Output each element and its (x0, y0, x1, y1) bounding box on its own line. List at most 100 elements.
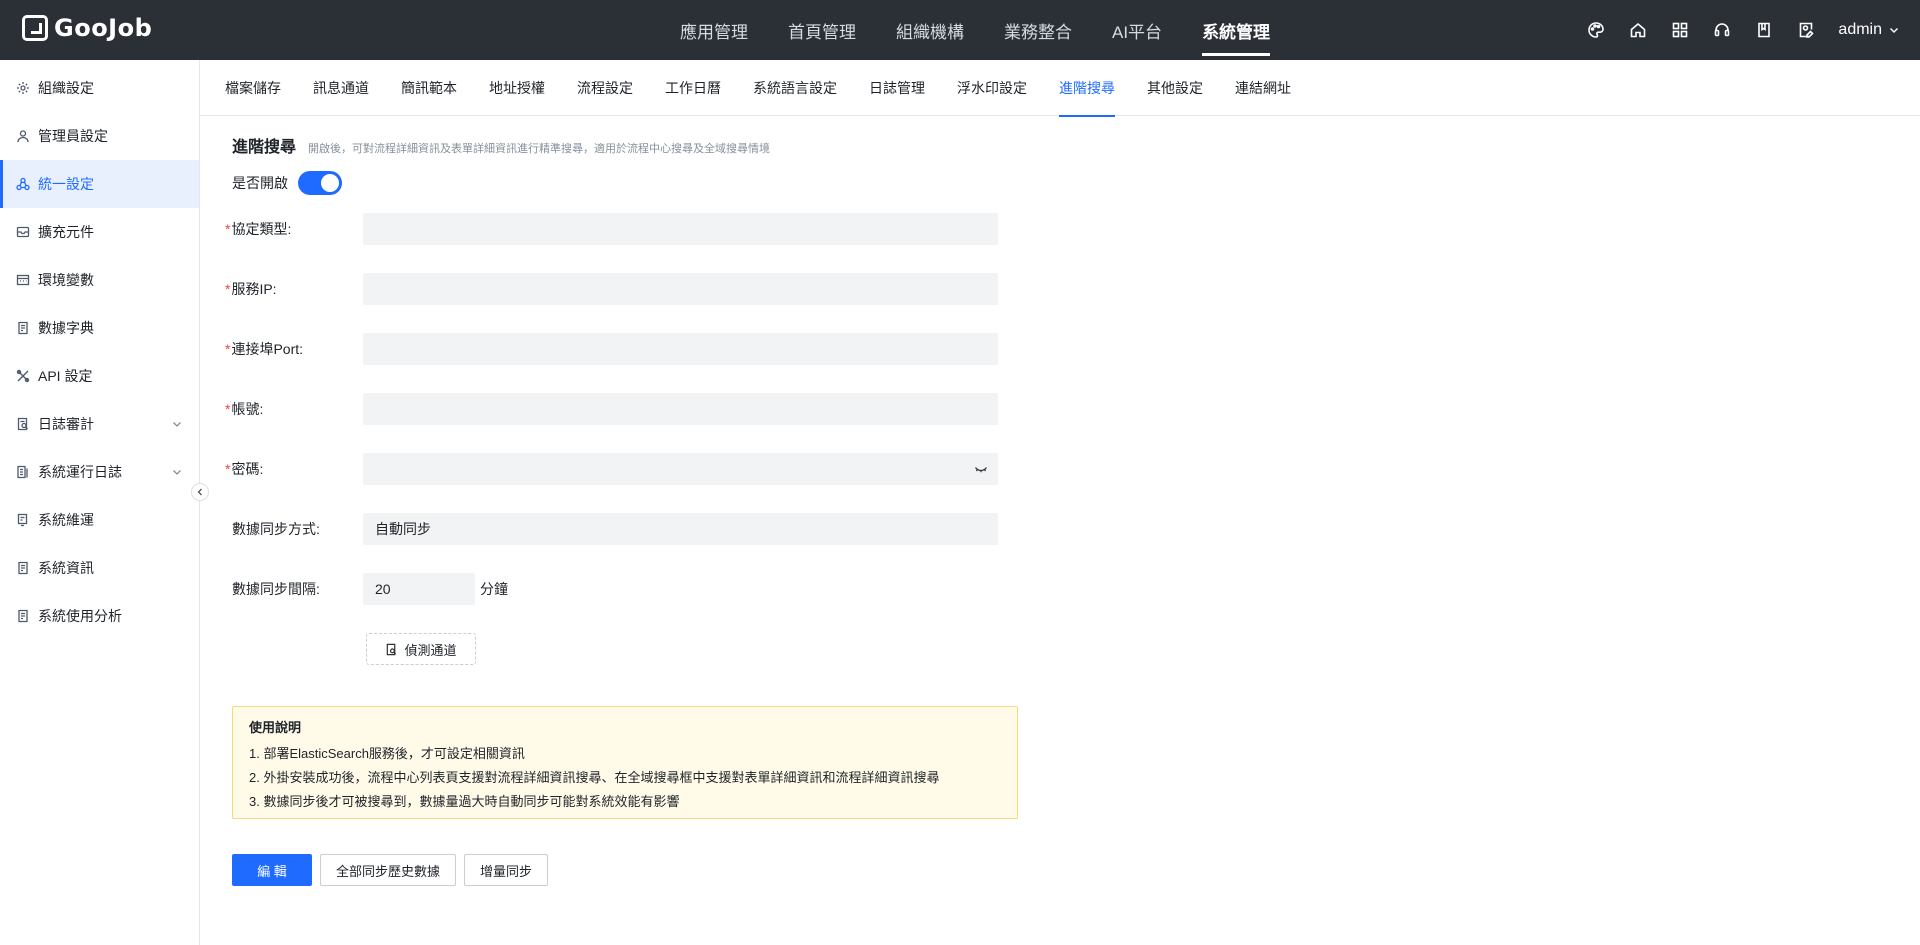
enable-label: 是否開啟 (232, 175, 288, 191)
cluster-icon (16, 177, 30, 191)
required-mark: * (225, 281, 231, 297)
book-icon[interactable] (1754, 20, 1774, 40)
edit-user-icon[interactable] (1796, 20, 1816, 40)
top-nav-item-ai-platform[interactable]: AI平台 (1092, 0, 1182, 60)
sidebar-item-label: 擴充元件 (38, 224, 94, 240)
sync-interval-unit: 分鐘 (480, 581, 508, 597)
full-sync-button[interactable]: 全部同步歷史數據 (320, 854, 457, 886)
top-nav-item-business-integration[interactable]: 業務整合 (984, 0, 1092, 60)
password-label: *密碼: (225, 461, 264, 477)
sidebar-item-label: 數據字典 (38, 320, 94, 336)
sidebar-item-organization-settings[interactable]: 組織設定 (0, 64, 199, 112)
analysis-icon (16, 609, 30, 623)
eye-closed-icon[interactable] (974, 462, 988, 479)
sidebar-item-system-info[interactable]: 系統資訊 (0, 544, 199, 592)
port-label: *連接埠Port: (225, 341, 304, 357)
api-icon (16, 369, 30, 383)
sync-interval-input[interactable]: 20 (363, 573, 475, 605)
sidebar-item-label: 組織設定 (38, 80, 94, 96)
tab-file-storage[interactable]: 檔案儲存 (225, 60, 281, 116)
apps-grid-icon[interactable] (1670, 20, 1690, 40)
sidebar-item-system-maintenance[interactable]: 系統維運 (0, 496, 199, 544)
detect-channel-button[interactable]: 偵測通道 (366, 633, 476, 665)
sync-mode-label: 數據同步方式: (232, 521, 320, 537)
page-title: 進階搜尋 (232, 139, 297, 156)
sync-mode-select[interactable]: 自動同步 (363, 513, 998, 545)
dictionary-icon (16, 321, 30, 335)
sidebar-item-system-run-log[interactable]: 系統運行日誌 (0, 448, 199, 496)
chevron-down-icon (171, 417, 183, 433)
detect-channel-label: 偵測通道 (404, 642, 457, 658)
protocol-type-input[interactable] (363, 213, 998, 245)
user-menu[interactable]: admin (1838, 21, 1900, 39)
tab-message-channel[interactable]: 訊息通道 (313, 60, 369, 116)
sidebar-item-environment-variables[interactable]: 環境變數 (0, 256, 199, 304)
sync-interval-label: 數據同步間隔: (232, 581, 320, 597)
sync-mode-row: 數據同步方式: 自動同步 (225, 513, 998, 545)
incremental-sync-button[interactable]: 增量同步 (464, 854, 549, 886)
sidebar-item-api-settings[interactable]: API 設定 (0, 352, 199, 400)
sidebar-item-usage-analysis[interactable]: 系統使用分析 (0, 592, 199, 640)
edit-button[interactable]: 編 輯 (232, 854, 312, 886)
ip-label: *服務IP: (225, 281, 277, 297)
sidebar-item-label: 統一設定 (38, 176, 94, 192)
tab-link-urls[interactable]: 連結網址 (1235, 60, 1291, 116)
sidebar-item-admin-settings[interactable]: 管理員設定 (0, 112, 199, 160)
detect-icon (387, 643, 397, 655)
tab-other-settings[interactable]: 其他設定 (1147, 60, 1203, 116)
top-right-tools: admin (1586, 0, 1900, 60)
gear-icon (16, 81, 30, 95)
tab-address-authorization[interactable]: 地址授權 (489, 60, 545, 116)
user-name: admin (1838, 21, 1882, 38)
sidebar-item-unified-settings[interactable]: 統一設定 (0, 160, 199, 208)
top-nav-item-home-management[interactable]: 首頁管理 (768, 0, 876, 60)
sidebar: 組織設定 管理員設定 統一設定 擴充元件 環境變數 數據字典 API 設定 日誌… (0, 60, 200, 945)
sidebar-item-label: 日誌審計 (38, 416, 94, 432)
box-icon (16, 225, 30, 239)
sidebar-item-data-dictionary[interactable]: 數據字典 (0, 304, 199, 352)
ip-row: *服務IP: (225, 273, 998, 305)
port-row: *連接埠Port: (225, 333, 998, 365)
required-mark: * (225, 221, 231, 237)
sidebar-item-extensions[interactable]: 擴充元件 (0, 208, 199, 256)
sidebar-item-label: 管理員設定 (38, 128, 108, 144)
required-mark: * (225, 401, 231, 417)
tab-work-calendar[interactable]: 工作日曆 (665, 60, 721, 116)
sidebar-collapse-button[interactable] (191, 483, 209, 501)
tab-process-settings[interactable]: 流程設定 (577, 60, 633, 116)
tab-log-management[interactable]: 日誌管理 (869, 60, 925, 116)
action-buttons: 編 輯 全部同步歷史數據 增量同步 (232, 854, 549, 886)
account-input[interactable] (363, 393, 998, 425)
notice-line: 1. 部署ElasticSearch服務後，才可設定相關資訊 (249, 746, 525, 761)
logo[interactable]: GooJob (22, 14, 152, 42)
sidebar-item-log-audit[interactable]: 日誌審計 (0, 400, 199, 448)
headset-icon[interactable] (1712, 20, 1732, 40)
service-ip-input[interactable] (363, 273, 998, 305)
tab-sms-template[interactable]: 簡訊範本 (401, 60, 457, 116)
sidebar-item-label: 系統運行日誌 (38, 464, 122, 480)
enable-row: 是否開啟 (232, 171, 342, 195)
chevron-down-icon (1890, 28, 1898, 33)
sync-interval-row: 數據同步間隔: 20 分鐘 (225, 573, 508, 605)
section-header: 進階搜尋 開啟後，可對流程詳細資訊及表單詳細資訊進行精準搜尋，適用於流程中心搜尋… (232, 133, 770, 157)
enable-switch[interactable] (298, 171, 342, 195)
protocol-label: *協定類型: (225, 221, 292, 237)
password-input[interactable] (363, 453, 998, 485)
usage-notice: 使用說明 1. 部署ElasticSearch服務後，才可設定相關資訊 2. 外… (232, 706, 1018, 819)
top-nav-item-app-management[interactable]: 應用管理 (660, 0, 768, 60)
section-description: 開啟後，可對流程詳細資訊及表單詳細資訊進行精準搜尋，適用於流程中心搜尋及全域搜尋… (308, 143, 771, 155)
logo-icon (22, 15, 48, 41)
sidebar-item-label: 系統資訊 (38, 560, 94, 576)
tab-advanced-search[interactable]: 進階搜尋 (1059, 60, 1115, 117)
port-input[interactable] (363, 333, 998, 365)
palette-icon[interactable] (1586, 20, 1606, 40)
sidebar-item-label: API 設定 (38, 368, 93, 384)
home-icon[interactable] (1628, 20, 1648, 40)
sidebar-item-label: 系統使用分析 (38, 608, 122, 624)
tab-watermark-settings[interactable]: 浮水印設定 (957, 60, 1027, 116)
top-nav-item-organization[interactable]: 組織機構 (876, 0, 984, 60)
top-nav-item-system-management[interactable]: 系統管理 (1182, 0, 1290, 60)
tab-system-language[interactable]: 系統語言設定 (753, 60, 837, 116)
variable-icon (16, 273, 30, 287)
password-row: *密碼: (225, 453, 998, 485)
